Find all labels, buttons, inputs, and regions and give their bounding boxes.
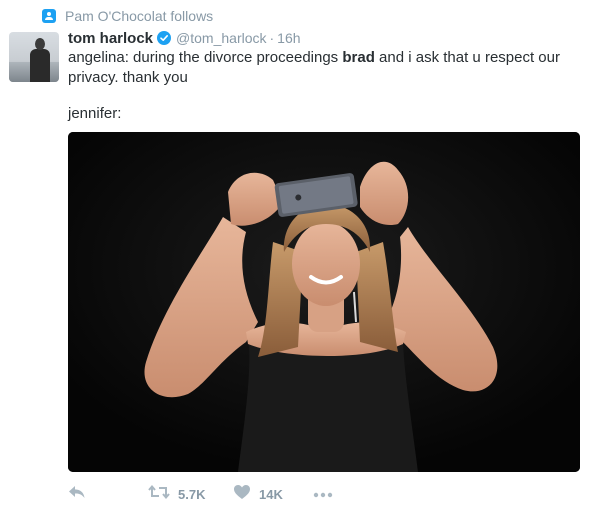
reply-button[interactable] [68,482,86,506]
like-count: 14K [259,486,283,502]
separator-dot: · [269,30,275,46]
verified-badge-icon [157,31,172,45]
more-icon [313,485,333,503]
tweet-header: tom harlock @tom_harlock · 16h [68,28,301,48]
social-context-text[interactable]: Pam O'Chocolat follows [65,8,213,24]
follow-icon [42,9,56,23]
avatar[interactable] [9,32,59,82]
bold-word: brad [342,49,375,66]
retweet-button[interactable]: 5.7K [148,482,205,506]
retweet-icon [148,484,170,505]
like-button[interactable]: 14K [233,482,283,506]
retweet-count: 5.7K [178,486,206,502]
tweet[interactable]: Pam O'Chocolat follows tom harlock @tom_… [0,0,590,516]
heart-icon [233,484,251,505]
tweet-actions: 5.7K 14K [68,482,568,506]
social-context: Pam O'Chocolat follows [42,6,213,26]
tweet-text: angelina: during the divorce proceedings… [68,49,560,86]
author-name[interactable]: tom harlock [68,30,153,47]
tweet-photo[interactable] [68,132,580,472]
author-handle[interactable]: @tom_harlock [176,30,266,46]
tweet-timestamp[interactable]: 16h [277,30,300,46]
more-button[interactable] [313,482,333,506]
photo-woman-taking-selfie [68,132,580,472]
tweet-text-line2: jennifer: [68,105,122,122]
reply-icon [68,484,86,505]
